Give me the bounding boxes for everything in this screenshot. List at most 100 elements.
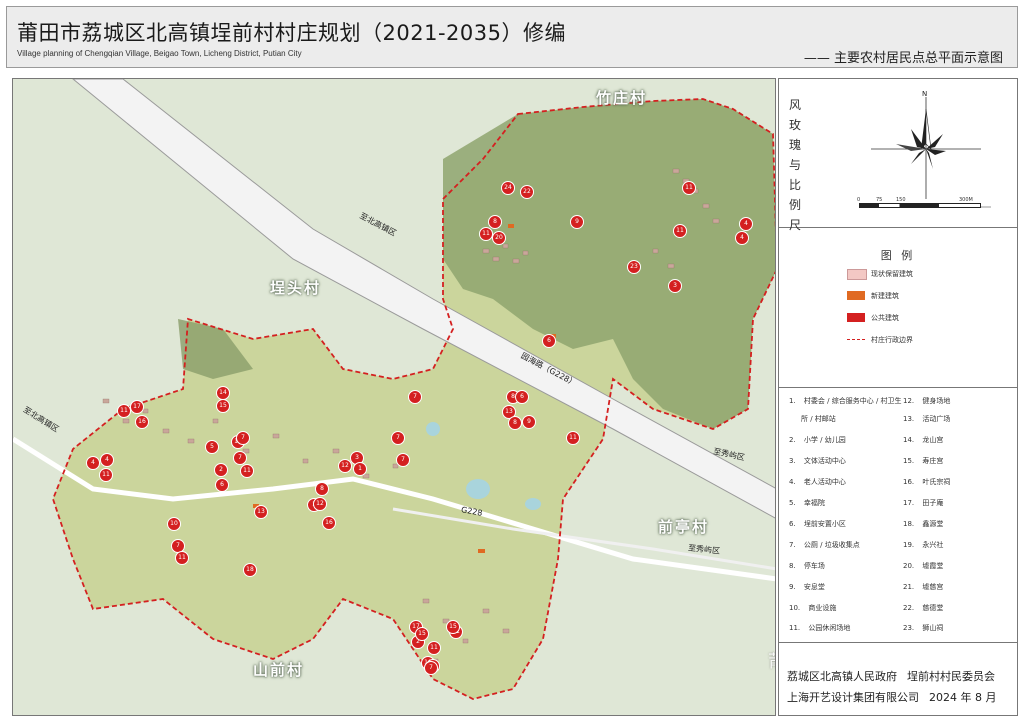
title-bar: 莆田市荔城区北高镇埕前村村庄规划（2021-2035）修编 Village pl… <box>6 6 1018 68</box>
facility-num: 8. <box>789 562 796 570</box>
facility-marker[interactable]: 11 <box>673 224 687 238</box>
facility-marker[interactable]: 18 <box>243 563 257 577</box>
facility-marker[interactable]: 2 <box>214 463 228 477</box>
facility-list-item: 17. 田子庵 <box>903 498 943 508</box>
facility-marker[interactable]: 3 <box>668 279 682 293</box>
facility-num: 6. <box>789 520 796 528</box>
facility-marker[interactable]: 15 <box>216 399 230 413</box>
facility-marker[interactable]: 7 <box>408 390 422 404</box>
facility-num: 16. <box>903 478 915 486</box>
facility-list-item: 7. 公厕 / 垃圾收集点 <box>789 540 860 550</box>
map-subtitle: —— 主要农村居民点总平面示意图 <box>803 51 1003 66</box>
facility-marker[interactable]: 5 <box>205 440 219 454</box>
facility-marker[interactable]: 8 <box>315 482 329 496</box>
facility-marker[interactable]: 20 <box>492 231 506 245</box>
facility-num: 12. <box>903 397 915 405</box>
facility-list-item: 4. 老人活动中心 <box>789 477 846 487</box>
facility-label: 所 / 村邮站 <box>801 415 836 423</box>
facility-marker[interactable]: 4 <box>739 217 753 231</box>
facility-marker[interactable]: 11 <box>240 464 254 478</box>
facility-marker[interactable]: 4 <box>735 231 749 245</box>
facility-num: 11. <box>789 624 801 632</box>
facility-list-item: 10. 商业设施 <box>789 603 836 613</box>
facility-label: 埕前安置小区 <box>803 520 846 528</box>
facility-label: 文体活动中心 <box>803 457 846 465</box>
facility-marker[interactable]: 24 <box>501 181 515 195</box>
facility-label: 健身场地 <box>922 397 951 405</box>
facility-list-item: 22. 慈德堂 <box>903 603 943 613</box>
legend-panel: 图 例 现状保留建筑 新建建筑 公共建筑 村庄行政边界 <box>779 227 1017 388</box>
scale-tick-300: 300M <box>959 197 973 203</box>
facility-marker[interactable]: 6 <box>215 478 229 492</box>
english-subtitle: Village planning of Chengqian Village, B… <box>17 49 302 58</box>
facility-marker[interactable]: 17 <box>130 400 144 414</box>
facility-marker[interactable]: 6 <box>542 334 556 348</box>
facility-marker[interactable]: 1 <box>353 462 367 476</box>
legend-swatch <box>847 339 865 340</box>
facility-marker[interactable]: 9 <box>570 215 584 229</box>
village-label-shanqian: 山前村 <box>253 661 305 679</box>
facility-num: 9. <box>789 583 796 591</box>
facility-label: 小学 / 幼儿园 <box>803 436 846 444</box>
facility-num: 2. <box>789 436 796 444</box>
facility-label: 安息堂 <box>803 583 825 591</box>
facility-num: 3. <box>789 457 796 465</box>
facility-num: 18. <box>903 520 915 528</box>
facility-list-item: 16. 叶氏宗祠 <box>903 477 950 487</box>
facility-marker[interactable]: 14 <box>216 386 230 400</box>
facility-num: 1. <box>789 397 796 405</box>
facility-marker[interactable]: 23 <box>627 260 641 274</box>
facility-marker[interactable]: 7 <box>396 453 410 467</box>
facility-marker[interactable]: 11 <box>479 227 493 241</box>
facility-marker[interactable]: 13 <box>254 505 268 519</box>
facility-marker[interactable]: 11 <box>682 181 696 195</box>
facility-marker[interactable]: 22 <box>520 185 534 199</box>
facility-num: 15. <box>903 457 915 465</box>
facility-marker[interactable]: 7 <box>391 431 405 445</box>
facility-label: 墟慈宫 <box>922 583 944 591</box>
facility-marker[interactable]: 16 <box>322 516 336 530</box>
facility-marker[interactable]: 15 <box>415 627 429 641</box>
facility-marker[interactable]: 9 <box>522 415 536 429</box>
facility-marker[interactable]: 4 <box>86 456 100 470</box>
facility-marker[interactable]: 7 <box>236 431 250 445</box>
compass-panel: 风玫瑰与比例尺 N 0 75 150 300M <box>779 79 1017 232</box>
facility-marker[interactable]: 11 <box>99 468 113 482</box>
facility-marker[interactable]: 16 <box>135 415 149 429</box>
facility-marker[interactable]: 15 <box>446 620 460 634</box>
site-plan-map[interactable]: 竹庄村 埕头村 前亭村 山前村 至北高镇区 至北高镇区 至秀屿区 至秀屿区 园海… <box>12 78 776 716</box>
scale-tick-75: 75 <box>876 197 883 203</box>
scale-tick-150: 150 <box>896 197 906 203</box>
facility-marker[interactable]: 6 <box>515 390 529 404</box>
facility-label: 永兴社 <box>922 541 944 549</box>
facility-num: 21. <box>903 583 915 591</box>
facility-list-item: 12. 健身场地 <box>903 396 950 406</box>
scale-tick-0: 0 <box>857 197 861 203</box>
facility-marker[interactable]: 8 <box>508 416 522 430</box>
facility-marker[interactable]: 10 <box>167 517 181 531</box>
village-label-chengtou: 埕头村 <box>270 279 322 297</box>
facility-marker[interactable]: 12 <box>313 497 327 511</box>
facility-marker[interactable]: 7 <box>424 661 438 675</box>
facility-label: 公厕 / 垃圾收集点 <box>803 541 860 549</box>
facility-list-item: 18. 鑫源堂 <box>903 519 943 529</box>
facility-list-item: 20. 墟霞堂 <box>903 561 943 571</box>
legend-label: 现状保留建筑 <box>871 270 913 278</box>
facility-label: 田子庵 <box>922 499 944 507</box>
facility-list-item: 2. 小学 / 幼儿园 <box>789 435 846 445</box>
legend-label: 公共建筑 <box>871 314 899 322</box>
scale-bar <box>859 203 981 208</box>
compass-label: 风玫瑰与比例尺 <box>788 98 801 232</box>
facility-marker[interactable]: 11 <box>175 551 189 565</box>
facility-marker[interactable]: 11 <box>566 431 580 445</box>
facility-marker[interactable]: 11 <box>117 404 131 418</box>
facility-marker[interactable]: 7 <box>233 451 247 465</box>
facility-marker[interactable]: 11 <box>427 641 441 655</box>
facility-label: 停车场 <box>803 562 825 570</box>
facility-marker[interactable]: 8 <box>488 215 502 229</box>
facility-list-item: 9. 安息堂 <box>789 582 825 592</box>
village-label-zhuzhuang: 竹庄村 <box>596 89 648 107</box>
facility-label: 狮山祠 <box>922 624 944 632</box>
legend-swatch <box>847 313 865 322</box>
facility-marker[interactable]: 4 <box>100 453 114 467</box>
